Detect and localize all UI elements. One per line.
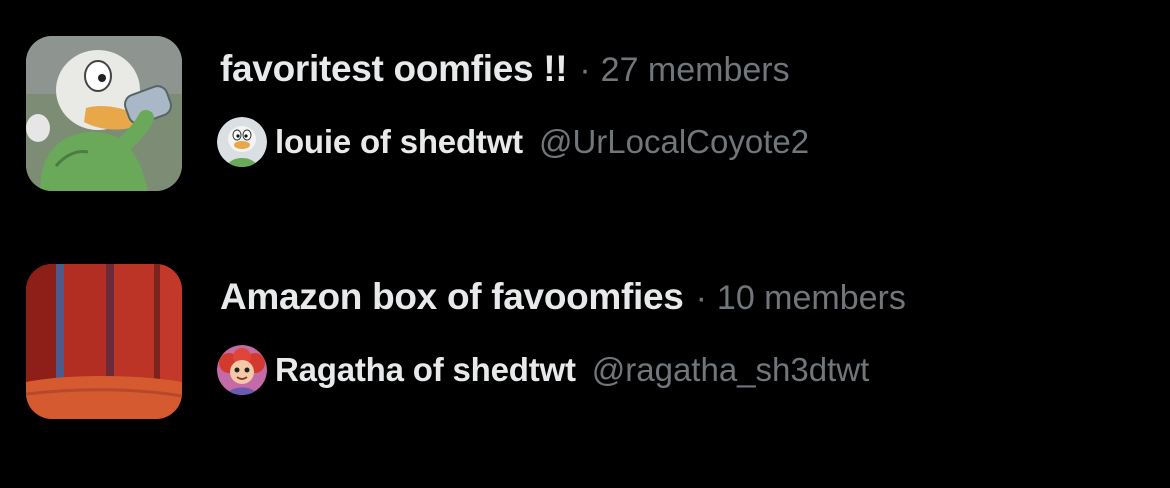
duck-face-avatar-icon[interactable] bbox=[217, 117, 267, 167]
owner-name[interactable]: louie of shedtwt bbox=[275, 123, 523, 161]
list-item[interactable]: Amazon box of favoomfies · 10 members Ra… bbox=[26, 264, 1146, 420]
list-item[interactable]: favoritest oomfies !! · 27 members louie… bbox=[26, 36, 1146, 192]
owner-handle[interactable]: @UrLocalCoyote2 bbox=[539, 123, 809, 161]
ragdoll-character-avatar-icon[interactable] bbox=[217, 345, 267, 395]
list-name: Amazon box of favoomfies bbox=[220, 276, 684, 317]
separator-dot: · bbox=[579, 51, 591, 89]
owner-handle[interactable]: @ragatha_sh3dtwt bbox=[592, 351, 870, 389]
member-count: 10 members bbox=[716, 279, 906, 317]
separator-dot: · bbox=[695, 279, 707, 317]
owner-name[interactable]: Ragatha of shedtwt bbox=[275, 351, 576, 389]
red-curtain-stage-icon bbox=[26, 264, 182, 419]
duck-cartoon-drinking-icon bbox=[26, 36, 182, 191]
list-name: favoritest oomfies !! bbox=[220, 48, 568, 89]
member-count: 27 members bbox=[600, 51, 790, 89]
